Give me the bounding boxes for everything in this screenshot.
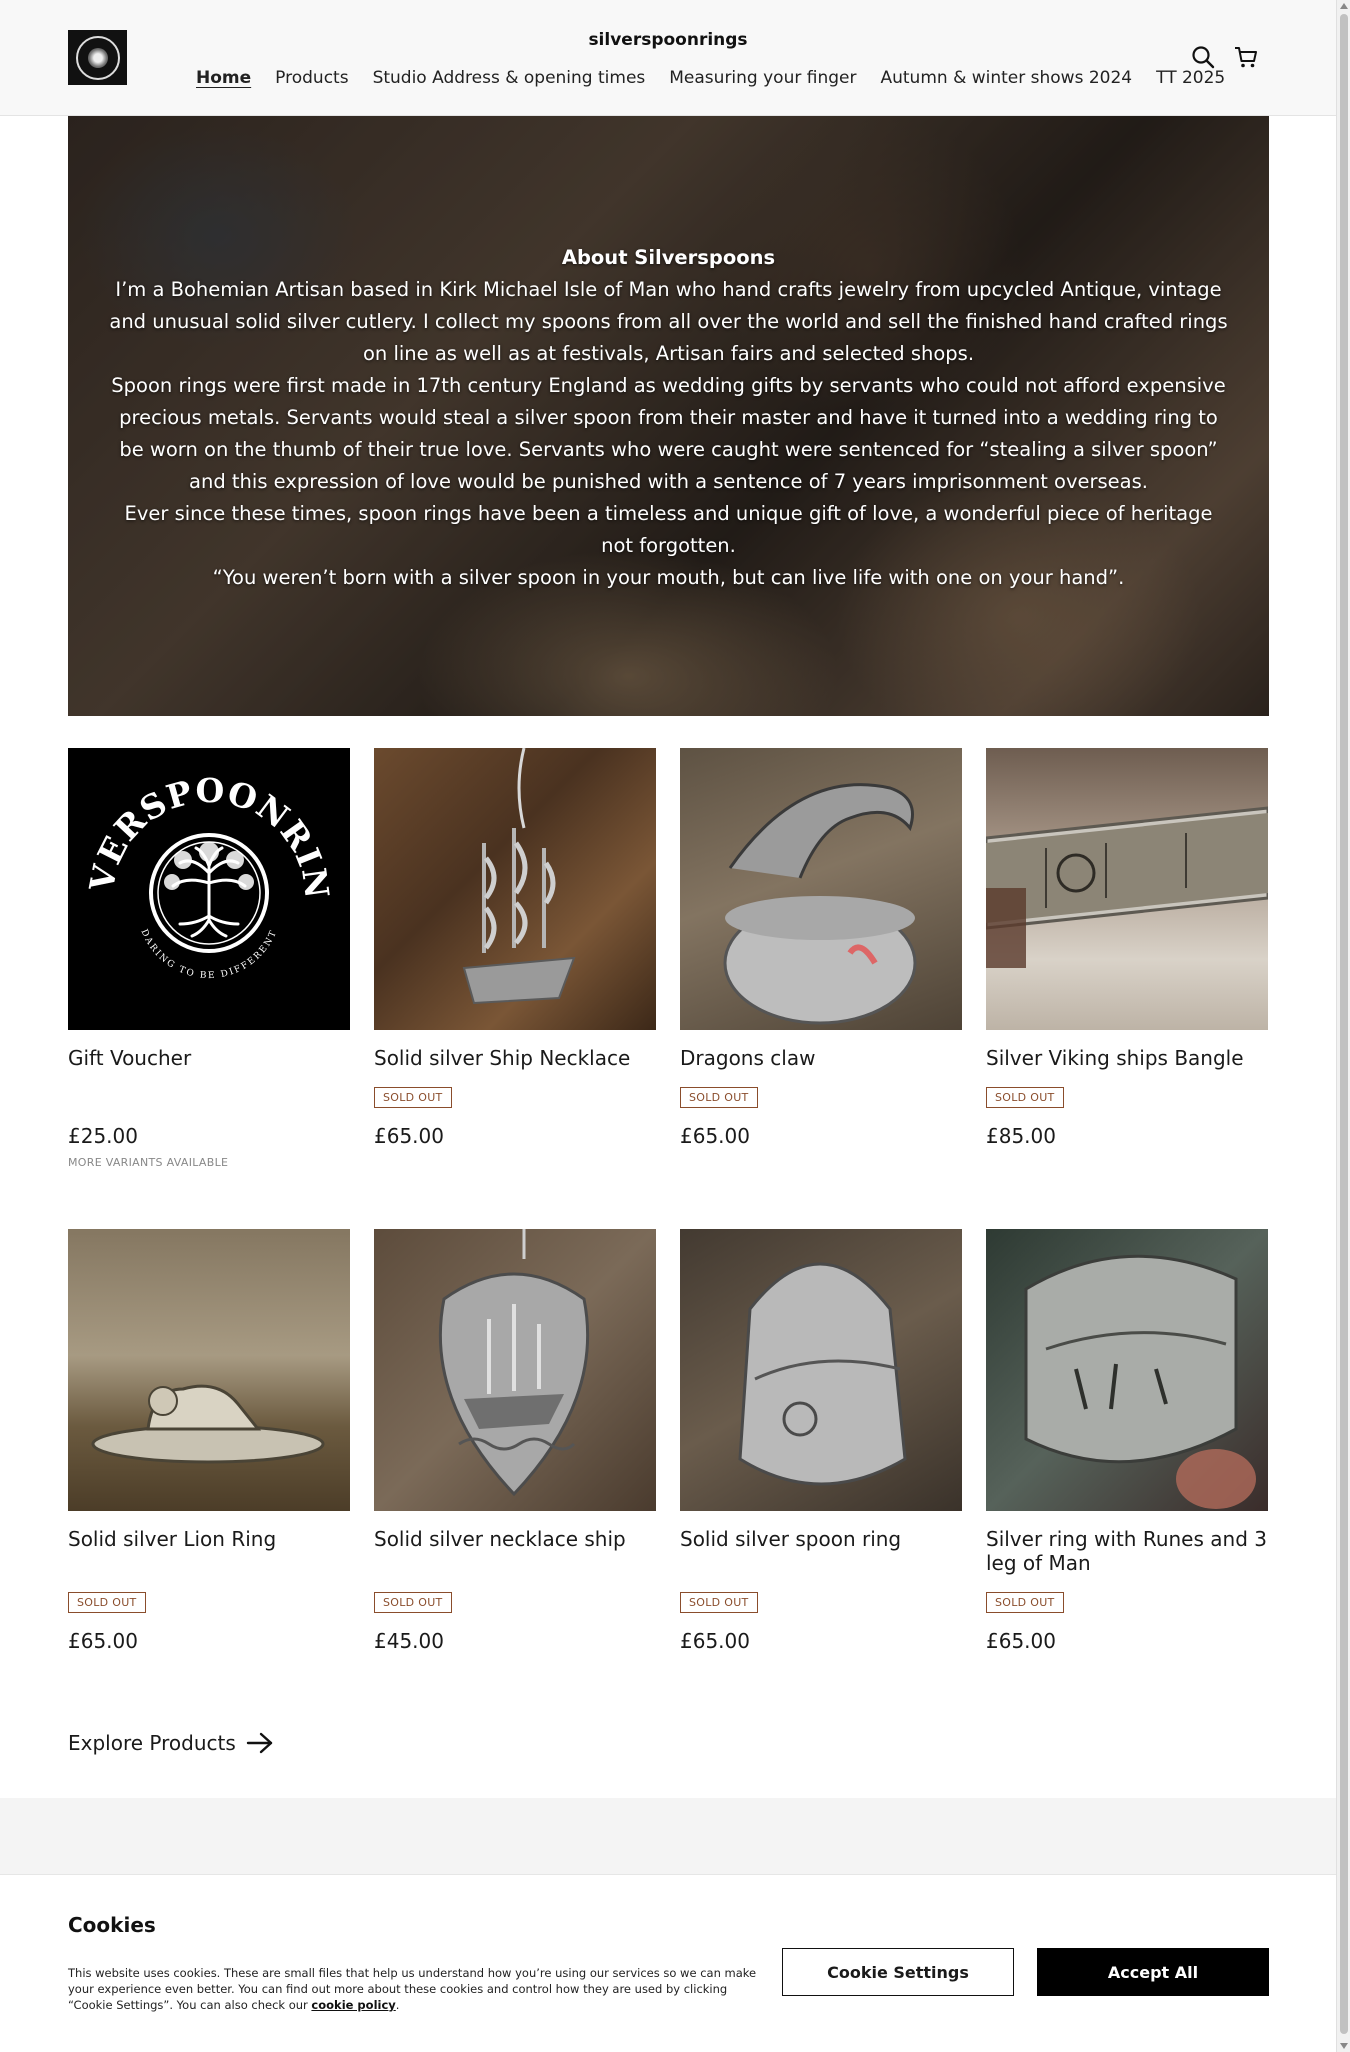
scroll-down-arrow-icon[interactable]: [1340, 2043, 1348, 2049]
product-price: £45.00: [374, 1629, 444, 1653]
cookie-settings-button[interactable]: Cookie Settings: [782, 1948, 1014, 1996]
product-card-spoon-ring[interactable]: Solid silver spoon ring SOLD OUT £65.00: [680, 1229, 962, 1653]
site-header: silverspoonrings Home Products Studio Ad…: [0, 0, 1336, 116]
explore-products-label: Explore Products: [68, 1731, 236, 1755]
about-text: About Silverspoons I’m a Bohemian Artisa…: [108, 242, 1229, 594]
sold-out-badge: SOLD OUT: [374, 1592, 452, 1613]
product-card-ship-necklace[interactable]: Solid silver Ship Necklace SOLD OUT £65.…: [374, 748, 656, 1148]
product-image[interactable]: [986, 748, 1268, 1030]
sold-out-badge: SOLD OUT: [680, 1592, 758, 1613]
vertical-scrollbar[interactable]: [1336, 0, 1350, 2052]
nav-products[interactable]: Products: [275, 68, 348, 88]
cart-icon[interactable]: [1233, 44, 1259, 70]
ship-pendant-photo: [462, 748, 576, 1005]
product-image[interactable]: [680, 748, 962, 1030]
nav-autumn-winter-shows[interactable]: Autumn & winter shows 2024: [880, 68, 1132, 88]
product-price: £85.00: [986, 1124, 1056, 1148]
accept-all-button[interactable]: Accept All: [1037, 1948, 1269, 1996]
product-name[interactable]: Silver Viking ships Bangle: [986, 1046, 1268, 1070]
about-paragraph: I’m a Bohemian Artisan based in Kirk Mic…: [109, 278, 1228, 365]
product-price: £65.00: [374, 1124, 444, 1148]
product-price: £65.00: [68, 1629, 138, 1653]
nav-studio-address[interactable]: Studio Address & opening times: [373, 68, 646, 88]
spoon-ring-photo: [738, 1262, 907, 1486]
ship-necklace-photo: [438, 1229, 590, 1497]
about-paragraph: Ever since these times, spoon rings have…: [124, 502, 1213, 557]
product-name[interactable]: Solid silver Ship Necklace: [374, 1046, 656, 1070]
product-name[interactable]: Silver ring with Runes and 3 leg of Man: [986, 1527, 1268, 1575]
product-price: £65.00: [986, 1629, 1056, 1653]
product-card-runes-ring[interactable]: Silver ring with Runes and 3 leg of Man …: [986, 1229, 1268, 1653]
hero-banner: About Silverspoons I’m a Bohemian Artisa…: [68, 116, 1269, 716]
nav-measuring-finger[interactable]: Measuring your finger: [669, 68, 856, 88]
cookie-title: Cookies: [68, 1913, 156, 1937]
cookie-banner: Cookies This website uses cookies. These…: [0, 1874, 1336, 2052]
product-name[interactable]: Solid silver spoon ring: [680, 1527, 962, 1551]
cookie-text-end: .: [395, 1998, 400, 2012]
dragons-claw-ring-photo: [723, 783, 917, 1025]
product-name[interactable]: Solid silver necklace ship: [374, 1527, 656, 1551]
svg-text:DARING TO BE DIFFERENT: DARING TO BE DIFFERENT: [138, 928, 279, 981]
product-image[interactable]: [680, 1229, 962, 1511]
product-card-dragons-claw[interactable]: Dragons claw SOLD OUT £65.00: [680, 748, 962, 1148]
sold-out-badge: SOLD OUT: [374, 1087, 452, 1108]
product-price: £65.00: [680, 1124, 750, 1148]
product-card-gift-voucher[interactable]: SILVERSPOONRINGS DARING TO BE DIFFERENT …: [68, 748, 350, 1169]
product-name[interactable]: Dragons claw: [680, 1046, 962, 1070]
cookie-description: This website uses cookies. These are sma…: [68, 1965, 758, 2013]
product-card-viking-bangle[interactable]: Silver Viking ships Bangle SOLD OUT £85.…: [986, 748, 1268, 1148]
explore-products-link[interactable]: Explore Products: [68, 1731, 274, 1755]
about-paragraph: Spoon rings were first made in 17th cent…: [111, 374, 1226, 493]
product-name[interactable]: Solid silver Lion Ring: [68, 1527, 350, 1551]
product-name[interactable]: Gift Voucher: [68, 1046, 350, 1070]
silverspoonrings-logo-image: SILVERSPOONRINGS DARING TO BE DIFFERENT: [68, 748, 337, 981]
about-paragraph: “You weren’t born with a silver spoon in…: [212, 566, 1125, 589]
cookie-policy-link[interactable]: cookie policy: [311, 1998, 395, 2012]
scrollbar-thumb[interactable]: [1340, 14, 1348, 2034]
svg-text:SILVERSPOONRINGS: SILVERSPOONRINGS: [68, 748, 337, 902]
runes-ring-photo: [1024, 1254, 1256, 1509]
sold-out-badge: SOLD OUT: [68, 1592, 146, 1613]
nav-tt-2025[interactable]: TT 2025: [1156, 68, 1225, 88]
lion-ring-photo: [91, 1384, 325, 1464]
product-image[interactable]: [986, 1229, 1268, 1511]
product-card-lion-ring[interactable]: Solid silver Lion Ring SOLD OUT £65.00: [68, 1229, 350, 1653]
main-nav: Home Products Studio Address & opening t…: [196, 68, 1225, 88]
more-variants-note: MORE VARIANTS AVAILABLE: [68, 1156, 229, 1169]
sold-out-badge: SOLD OUT: [680, 1087, 758, 1108]
product-price: £65.00: [680, 1629, 750, 1653]
site-name[interactable]: silverspoonrings: [0, 30, 1336, 50]
arrow-right-icon: [246, 1732, 272, 1754]
product-image[interactable]: [374, 1229, 656, 1511]
cookie-text: This website uses cookies. These are sma…: [68, 1966, 757, 2012]
search-icon[interactable]: [1190, 44, 1216, 70]
viking-bangle-photo: [986, 806, 1268, 968]
sold-out-badge: SOLD OUT: [986, 1592, 1064, 1613]
product-card-necklace-ship[interactable]: Solid silver necklace ship SOLD OUT £45.…: [374, 1229, 656, 1653]
product-image[interactable]: [374, 748, 656, 1030]
nav-home[interactable]: Home: [196, 68, 251, 88]
sold-out-badge: SOLD OUT: [986, 1087, 1064, 1108]
product-price: £25.00: [68, 1124, 138, 1148]
product-image[interactable]: [68, 1229, 350, 1511]
scroll-up-arrow-icon[interactable]: [1340, 3, 1348, 9]
product-image[interactable]: SILVERSPOONRINGS DARING TO BE DIFFERENT: [68, 748, 350, 1030]
about-title: About Silverspoons: [561, 246, 776, 269]
